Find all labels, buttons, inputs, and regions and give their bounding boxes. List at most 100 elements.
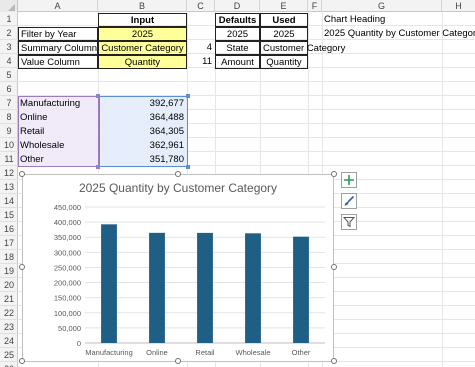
summary-category-cell[interactable]: Retail	[18, 125, 98, 139]
bar-retail[interactable]	[197, 232, 213, 343]
y-tick-label: 150,000	[54, 294, 81, 303]
y-tick-label: 400,000	[54, 218, 81, 227]
x-tick-label: Other	[292, 348, 311, 357]
row-header[interactable]: 11	[0, 152, 18, 166]
x-tick-label: Manufacturing	[85, 348, 133, 357]
cell-e2-used[interactable]: 2025	[260, 27, 308, 41]
row-header[interactable]: 13	[0, 180, 18, 194]
chart-resize-handle[interactable]	[331, 171, 337, 177]
summary-value-cell[interactable]: 364,488	[98, 111, 187, 125]
bar-manufacturing[interactable]	[101, 224, 117, 343]
row-header[interactable]: 9	[0, 124, 18, 138]
x-tick-label: Wholesale	[235, 348, 270, 357]
plus-icon	[344, 175, 354, 185]
funnel-icon	[343, 217, 355, 228]
chart-elements-button[interactable]	[341, 172, 357, 188]
cell-g1-chart-heading-label[interactable]: Chart Heading	[322, 13, 442, 27]
row-header[interactable]: 17	[0, 236, 18, 250]
row-header[interactable]: 1	[0, 12, 18, 26]
bar-other[interactable]	[293, 236, 309, 343]
row-header[interactable]: 22	[0, 306, 18, 320]
row-header[interactable]: 8	[0, 110, 18, 124]
row-header[interactable]: 20	[0, 278, 18, 292]
row-header[interactable]: 26	[0, 362, 18, 367]
cell-b1-input-header[interactable]: Input	[98, 13, 187, 27]
column-header-a[interactable]: A	[18, 0, 98, 12]
row-header[interactable]: 16	[0, 222, 18, 236]
bar-wholesale[interactable]	[245, 233, 261, 343]
chart-resize-handle[interactable]	[331, 264, 337, 270]
cell-d2-default[interactable]: 2025	[215, 27, 260, 41]
column-header-g[interactable]: G	[322, 0, 442, 12]
cell-d1-defaults-header[interactable]: Defaults	[215, 13, 260, 27]
row-header[interactable]: 15	[0, 208, 18, 222]
column-header-e[interactable]: E	[260, 0, 308, 12]
column-header-f[interactable]: F	[308, 0, 322, 12]
select-all-triangle-icon	[8, 4, 15, 11]
chart-plot-area[interactable]: 0 50,000 100,000 150,000 200,000 250,000 300,0…	[23, 175, 335, 363]
row-header[interactable]: 4	[0, 54, 18, 68]
summary-category-cell[interactable]: Wholesale	[18, 139, 98, 153]
chart-filters-button[interactable]	[341, 214, 357, 230]
cell-e4-used[interactable]: Quantity	[260, 55, 308, 69]
select-all-corner[interactable]	[0, 0, 18, 12]
column-header-h[interactable]: H	[442, 0, 475, 12]
chart-styles-button[interactable]	[341, 193, 357, 209]
chart-resize-handle[interactable]	[175, 171, 181, 177]
cell-c4-index[interactable]: 11	[187, 55, 215, 69]
cell-e1-used-header[interactable]: Used	[260, 13, 308, 27]
column-header-c[interactable]: C	[187, 0, 215, 12]
chart-resize-handle[interactable]	[175, 358, 181, 364]
cell-d3-default[interactable]: State	[215, 41, 260, 55]
summary-category-cell[interactable]: Manufacturing	[18, 97, 98, 111]
cell-b2-year-input[interactable]: 2025	[98, 27, 187, 41]
cell-d4-default[interactable]: Amount	[215, 55, 260, 69]
chart-resize-handle[interactable]	[19, 264, 25, 270]
y-tick-label: 50,000	[58, 324, 81, 333]
column-header-b[interactable]: B	[98, 0, 187, 12]
bar-online[interactable]	[149, 232, 165, 343]
row-header[interactable]: 14	[0, 194, 18, 208]
summary-value-cell[interactable]: 351,780	[98, 153, 187, 167]
cell-a4-value-label[interactable]: Value Column	[18, 55, 98, 69]
summary-value-cell[interactable]: 392,677	[98, 97, 187, 111]
row-header[interactable]: 12	[0, 166, 18, 180]
row-header[interactable]: 21	[0, 292, 18, 306]
row-header-bar: 1 2 3 4 5 6 7 8 9 10 11 12 13 14 15 16 17 18 19 20 21 22 23 24 2…	[0, 12, 18, 367]
chart-resize-handle[interactable]	[19, 171, 25, 177]
x-tick-label: Online	[146, 348, 168, 357]
cell-a2-filter-label[interactable]: Filter by Year	[18, 27, 98, 41]
gridline	[442, 12, 443, 367]
cell-c3-index[interactable]: 4	[187, 41, 215, 55]
row-header[interactable]: 3	[0, 40, 18, 54]
summary-value-cell[interactable]: 362,961	[98, 139, 187, 153]
y-tick-label: 200,000	[54, 279, 81, 288]
summary-value-cell[interactable]: 364,305	[98, 125, 187, 139]
row-header[interactable]: 25	[0, 348, 18, 362]
cell-b3-summary-input[interactable]: Customer Category	[98, 41, 187, 55]
column-header-d[interactable]: D	[215, 0, 260, 12]
y-tick-label: 300,000	[54, 248, 81, 257]
bar-chart[interactable]: 2025 Quantity by Customer Category 0 50,0…	[22, 174, 334, 362]
cell-b4-value-input[interactable]: Quantity	[98, 55, 187, 69]
chart-resize-handle[interactable]	[331, 358, 337, 364]
summary-category-cell[interactable]: Online	[18, 111, 98, 125]
row-header[interactable]: 5	[0, 68, 18, 82]
cell-a3-summary-label[interactable]: Summary Column	[18, 41, 98, 55]
row-header[interactable]: 23	[0, 320, 18, 334]
cell-g2-chart-heading[interactable]: 2025 Quantity by Customer Category	[322, 27, 475, 41]
row-header[interactable]: 18	[0, 250, 18, 264]
row-header[interactable]: 19	[0, 264, 18, 278]
y-tick-label: 100,000	[54, 309, 81, 318]
column-header-bar: A B C D E F G H	[0, 0, 475, 12]
y-tick-label: 350,000	[54, 233, 81, 242]
row-header[interactable]: 10	[0, 138, 18, 152]
chart-resize-handle[interactable]	[19, 358, 25, 364]
row-header[interactable]: 6	[0, 82, 18, 96]
row-header[interactable]: 7	[0, 96, 18, 110]
cell-e3-used[interactable]: Customer Category	[260, 41, 345, 55]
summary-category-cell[interactable]: Other	[18, 153, 98, 167]
y-tick-label: 250,000	[54, 263, 81, 272]
row-header[interactable]: 2	[0, 26, 18, 40]
row-header[interactable]: 24	[0, 334, 18, 348]
